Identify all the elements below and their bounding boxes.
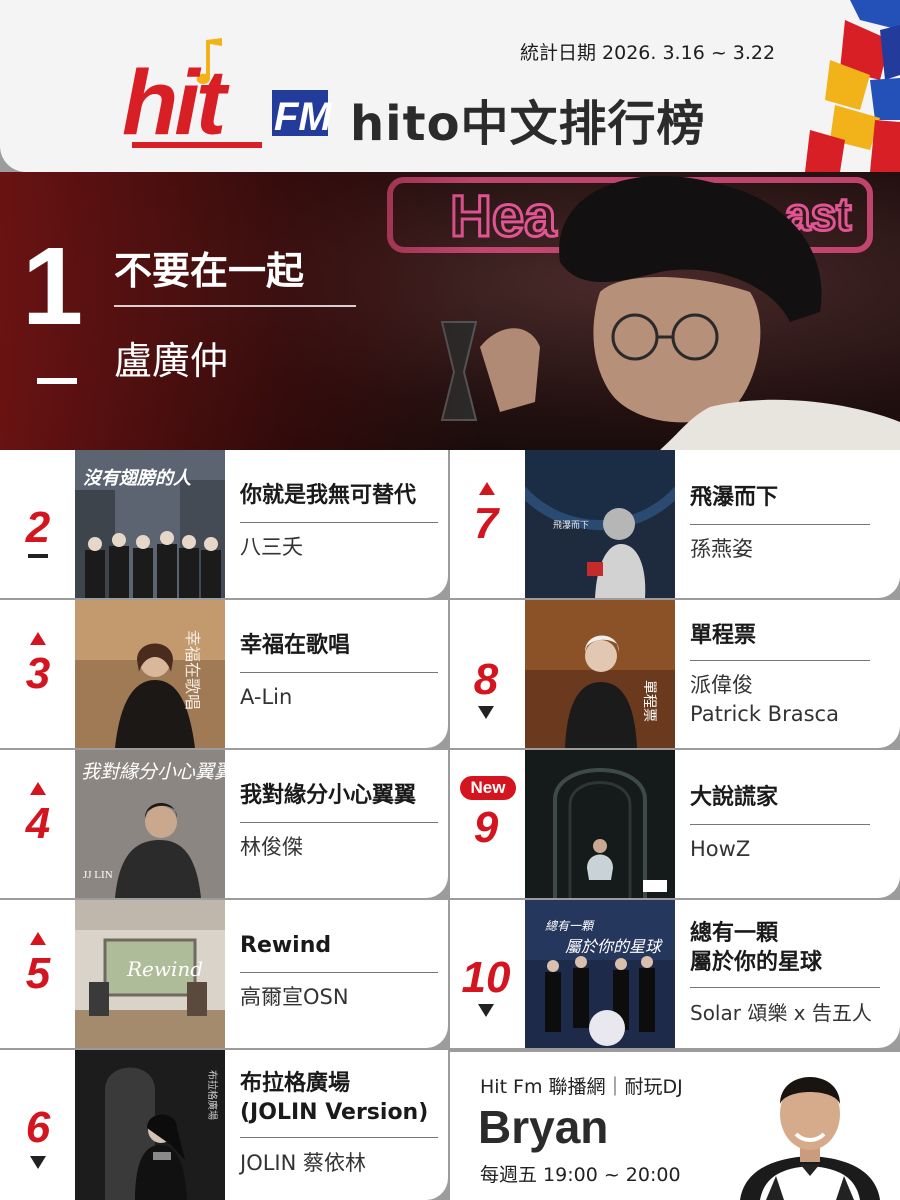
svg-text:總有一顆: 總有一顆 [545,919,595,933]
divider [690,987,880,988]
svg-text:沒有翅膀的人: 沒有翅膀的人 [83,468,192,489]
artist-name: Solar 頌樂 x 告五人 [690,1001,872,1025]
rank-number: 3 [25,649,51,698]
chart-entry-9[interactable]: New 9 大說謊家 HowZ [450,750,900,898]
chart-entry-6[interactable]: 6 布拉格廣場 布拉格廣場 (JOLIN Version) JOLIN 蔡依林 [0,1050,448,1200]
same-position-icon [28,554,48,558]
color-block-decoration [805,0,900,172]
divider [240,822,438,823]
header: hit FM 統計日期 2026. 3.16 ~ 3.22 hito中文排行榜 [0,0,900,172]
divider [690,660,870,661]
artist-name: JOLIN 蔡依林 [240,1151,366,1175]
svg-text:FM: FM [274,95,333,139]
svg-text:Rewind: Rewind [126,957,203,981]
song-subtitle: 屬於你的星球 [690,950,823,975]
chart-entry-7[interactable]: 7 飛瀑而下 飛瀑而下 孫燕姿 [450,450,900,598]
network-label: Hit Fm 聯播網｜耐玩DJ [480,1076,683,1098]
broadcast-schedule: 每週五 19:00 ~ 20:00 [480,1164,681,1186]
album-cover: Rewind [75,900,225,1048]
svg-text:布拉格廣場: 布拉格廣場 [206,1070,219,1120]
album-cover [525,750,675,898]
song-title: 你就是我無可替代 [240,483,417,508]
hero-number-one: Hea ast [0,172,900,450]
song-title: 單程票 [690,623,757,648]
rank-number: 8 [473,655,499,704]
chart-title: hito中文排行榜 [350,96,706,152]
song-title: Rewind [240,933,332,958]
dj-info-card: Hit Fm 聯播網｜耐玩DJ Bryan 每週五 19:00 ~ 20:00 [450,1052,900,1200]
album-cover: 總有一顆 屬於你的星球 [525,900,675,1048]
song-title: 大說謊家 [690,785,779,810]
rank-down-icon [478,706,494,719]
chart-entry-4[interactable]: 4 我對緣分小心翼翼 JJ LIN 我對緣分小心翼翼 林俊傑 [0,750,448,898]
rank-number: 5 [25,949,51,998]
svg-text:JJ LIN: JJ LIN [83,869,113,881]
rank-number: 6 [25,1103,51,1152]
chart-entry-3[interactable]: 3 幸福在歌唱 幸福在歌唱 A-Lin [0,600,448,748]
song-title: 我對緣分小心翼翼 [240,783,417,808]
dj-portrait [740,1077,880,1200]
rank-up-icon [30,782,46,795]
rank-up-icon [30,932,46,945]
chart-entry-2[interactable]: 2 沒有翅膀的人 你就是我無可替代 八三夭 [0,450,448,598]
rank-down-icon [478,1004,494,1017]
svg-text:飛瀑而下: 飛瀑而下 [553,519,589,531]
chart-entry-8[interactable]: 8 單程票 單程票 派偉俊 Patrick Brasca [450,600,900,748]
song-title: 布拉格廣場 [240,1071,351,1096]
rank-down-icon [30,1156,46,1169]
artist-name: 派偉俊 [690,673,753,697]
rank-number: 9 [473,803,499,852]
artist-name: 八三夭 [240,535,303,559]
artist-name: 林俊傑 [240,835,303,859]
song-subtitle: (JOLIN Version) [240,1100,429,1125]
rank-number: 2 [25,503,51,552]
song-title: 幸福在歌唱 [240,633,351,658]
artist-name: A-Lin [240,685,293,709]
rank-number: 7 [473,499,499,548]
new-entry-badge: New [460,776,516,800]
svg-text:我對緣分小心翼翼: 我對緣分小心翼翼 [81,761,225,783]
svg-text:單程票: 單程票 [641,680,657,722]
song-title: 飛瀑而下 [690,485,779,510]
svg-text:幸福在歌唱: 幸福在歌唱 [183,630,202,710]
dj-name: Bryan [478,1101,609,1153]
artist-name: HowZ [690,837,751,861]
hitfm-logo: hit FM [122,38,344,156]
artist-name: 高爾宣OSN [240,985,349,1009]
divider [690,824,870,825]
song-title: 總有一顆 [690,921,779,946]
artist-name: 孫燕姿 [690,537,753,561]
stats-date: 統計日期 2026. 3.16 ~ 3.22 [520,42,776,64]
chart-entry-5[interactable]: 5 Rewind Rewind 高爾宣OSN [0,900,448,1048]
album-cover: 布拉格廣場 [75,1050,225,1200]
chart-entry-10[interactable]: 10 總有一顆 屬於你的星球 總有一顆 屬於你的星球 Solar 頌樂 x 告五… [450,900,900,1048]
divider [114,305,356,307]
album-cover: 沒有翅膀的人 [75,450,225,598]
rank-number: 10 [461,953,511,1002]
rank-number: 4 [25,799,51,848]
album-cover: 幸福在歌唱 [75,600,225,748]
svg-text:屬於你的星球: 屬於你的星球 [565,937,663,956]
rank-up-icon [30,632,46,645]
album-cover: 我對緣分小心翼翼 JJ LIN [75,750,225,898]
album-cover: 單程票 [525,600,675,748]
rank-number: 1 [22,225,84,348]
song-title: 不要在一起 [114,249,305,293]
same-position-icon [37,378,77,384]
divider [240,972,438,973]
divider [240,1137,438,1138]
artist-name-english: Patrick Brasca [690,702,839,726]
divider [690,524,870,525]
rank-up-icon [479,482,495,495]
svg-text:hit: hit [122,52,230,154]
divider [240,522,438,523]
divider [240,672,438,673]
chart-poster: hit FM 統計日期 2026. 3.16 ~ 3.22 hito中文排行榜 … [0,0,900,1200]
album-cover: 飛瀑而下 [525,450,675,598]
artist-name: 盧廣仲 [114,339,229,383]
